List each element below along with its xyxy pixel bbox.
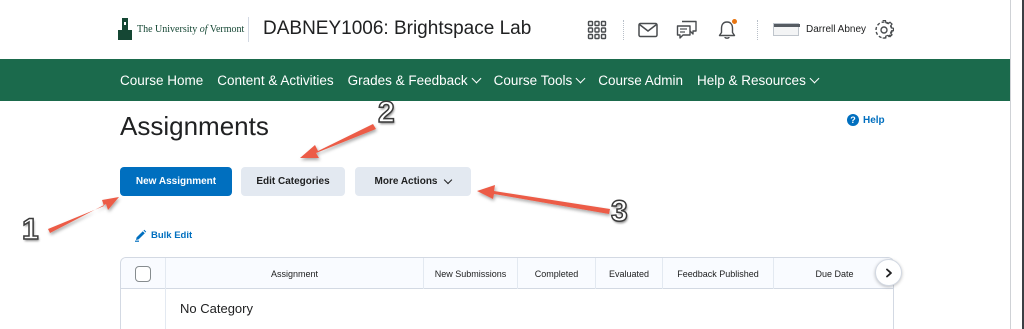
pencil-icon xyxy=(135,229,147,242)
annotation-label-1: 1 xyxy=(21,213,39,246)
column-header-evaluated[interactable]: Evaluated xyxy=(595,258,662,289)
envelope-icon[interactable] xyxy=(637,19,659,41)
nav-label: Course Admin xyxy=(598,72,684,88)
arrow-1 xyxy=(48,197,119,233)
course-title[interactable]: DABNEY1006: Brightspace Lab xyxy=(263,18,531,40)
logo-text-suffix: Vermont xyxy=(207,23,245,35)
more-actions-button[interactable]: More Actions xyxy=(355,167,471,196)
arrow-3 xyxy=(477,185,610,214)
edit-categories-button[interactable]: Edit Categories xyxy=(241,167,345,196)
gear-icon[interactable] xyxy=(873,19,895,41)
avatar[interactable] xyxy=(773,23,800,36)
bulk-edit-label: Bulk Edit xyxy=(151,230,193,241)
university-logo[interactable]: The University of Vermont xyxy=(118,18,244,40)
header-divider xyxy=(248,17,249,42)
column-header-new-submissions[interactable]: New Submissions xyxy=(423,258,517,289)
edit-categories-label: Edit Categories xyxy=(256,176,330,187)
chat-icon[interactable] xyxy=(676,19,698,41)
header-separator xyxy=(757,20,758,40)
more-actions-label: More Actions xyxy=(374,176,438,187)
page-title: Assignments xyxy=(120,111,269,141)
chevron-down-icon xyxy=(575,73,586,83)
nav-help-resources[interactable]: Help & Resources xyxy=(697,72,820,88)
chevron-right-icon xyxy=(885,268,892,277)
chevron-down-icon xyxy=(444,175,453,184)
logo-text-italic: of xyxy=(199,23,208,35)
help-link[interactable]: ? Help xyxy=(847,114,885,126)
assignments-table: Assignment New Submissions Completed Eva… xyxy=(120,257,894,329)
user-name[interactable]: Darrell Abney xyxy=(806,24,866,35)
notification-dot xyxy=(731,18,738,25)
nav-content-activities[interactable]: Content & Activities xyxy=(217,73,333,88)
chevron-down-icon xyxy=(471,73,482,83)
uvm-tower-icon xyxy=(118,18,132,40)
logo-text-prefix: The University xyxy=(137,23,200,35)
arrow-2 xyxy=(300,124,376,158)
column-header-feedback-published[interactable]: Feedback Published xyxy=(662,258,773,289)
nav-course-admin[interactable]: Course Admin xyxy=(598,73,683,88)
category-cell: No Category xyxy=(165,289,893,329)
bulk-edit-button[interactable]: Bulk Edit xyxy=(134,229,192,242)
nav-label: Content & Activities xyxy=(217,72,334,88)
column-header-completed[interactable]: Completed xyxy=(517,258,595,289)
select-all-checkbox[interactable] xyxy=(135,265,151,282)
category-name: No Category xyxy=(180,301,253,316)
nav-grades-feedback[interactable]: Grades & Feedback xyxy=(347,72,482,88)
table-row: No Category xyxy=(121,289,893,329)
header-separator xyxy=(623,20,624,40)
nav-label: Course Tools xyxy=(493,72,573,88)
table-scroll-right-button[interactable] xyxy=(875,259,902,286)
help-circle-icon: ? xyxy=(847,114,859,126)
chevron-down-icon xyxy=(809,73,820,83)
grid-icon[interactable] xyxy=(586,19,608,41)
new-assignment-label: New Assignment xyxy=(135,176,217,187)
nav-course-home[interactable]: Course Home xyxy=(120,73,203,88)
nav-course-tools[interactable]: Course Tools xyxy=(493,72,586,88)
annotation-label-3: 3 xyxy=(610,195,628,228)
top-header: The University of Vermont DABNEY1006: Br… xyxy=(0,0,1010,59)
bell-icon[interactable] xyxy=(716,18,738,41)
logo-text: The University of Vermont xyxy=(137,24,244,35)
nav-label: Course Home xyxy=(120,72,204,88)
annotation-label-2: 2 xyxy=(377,96,395,129)
new-assignment-button[interactable]: New Assignment xyxy=(120,167,232,196)
nav-label: Grades & Feedback xyxy=(347,72,468,88)
course-navbar: Course Home Content & Activities Grades … xyxy=(0,59,1010,101)
help-label: Help xyxy=(863,114,885,126)
nav-label: Help & Resources xyxy=(697,72,806,88)
table-header: Assignment New Submissions Completed Eva… xyxy=(121,258,893,289)
column-header-assignment[interactable]: Assignment xyxy=(165,258,423,289)
select-all-cell xyxy=(121,258,165,289)
